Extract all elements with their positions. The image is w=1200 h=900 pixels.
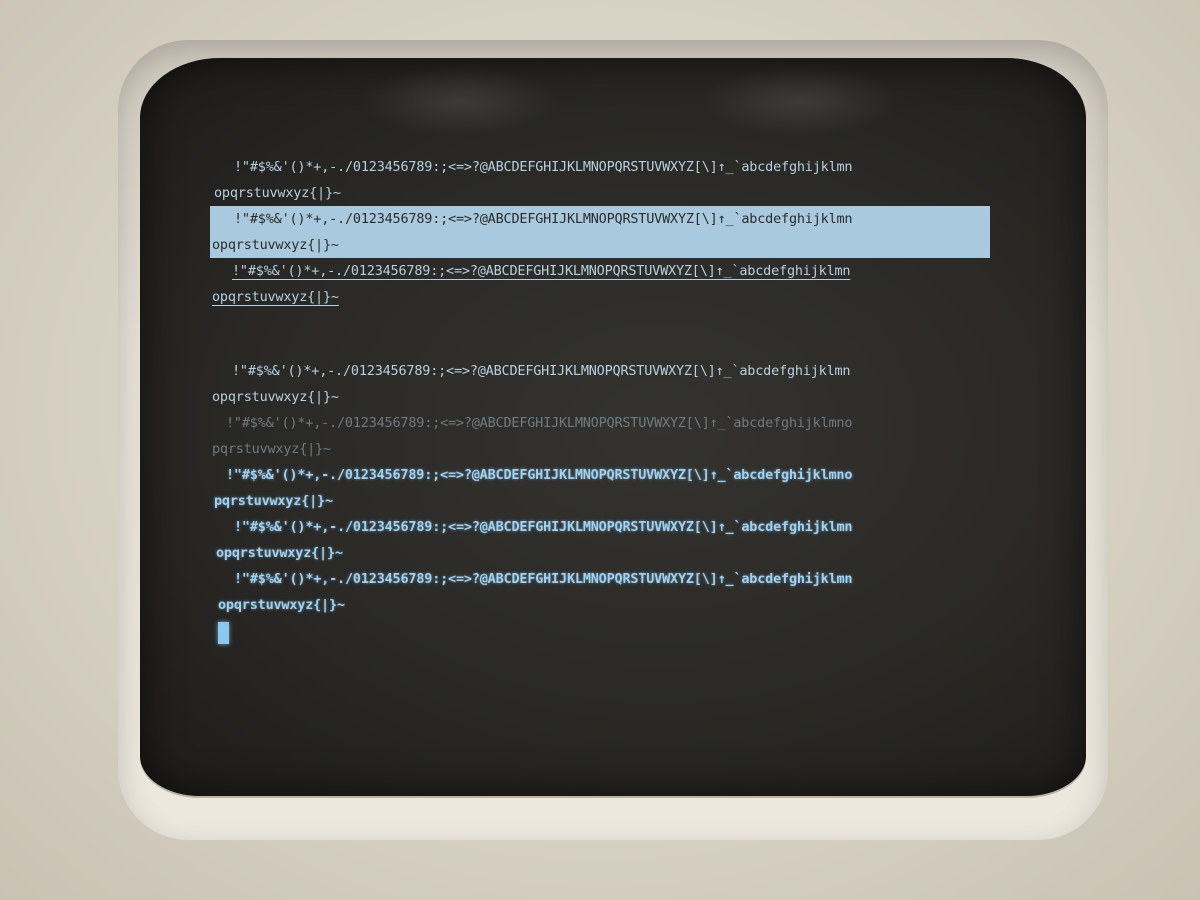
cursor-row <box>210 618 990 648</box>
charset-block-normal: !"#$%&'()*+,-./0123456789:;<=>?@ABCDEFGH… <box>210 154 990 206</box>
charset-line: opqrstuvwxyz{|}~ <box>212 389 339 405</box>
charset-line: opqrstuvwxyz{|}~ <box>218 597 345 613</box>
charset-block-normal: !"#$%&'()*+,-./0123456789:;<=>?@ABCDEFGH… <box>210 358 990 410</box>
terminal-output: !"#$%&'()*+,-./0123456789:;<=>?@ABCDEFGH… <box>210 154 990 648</box>
charset-line: opqrstuvwxyz{|}~ <box>214 185 341 201</box>
charset-block-bold: !"#$%&'()*+,-./0123456789:;<=>?@ABCDEFGH… <box>210 566 990 618</box>
charset-line: !"#$%&'()*+,-./0123456789:;<=>?@ABCDEFGH… <box>226 415 853 431</box>
charset-block-bold: !"#$%&'()*+,-./0123456789:;<=>?@ABCDEFGH… <box>210 462 990 514</box>
charset-block-underline: !"#$%&'()*+,-./0123456789:;<=>?@ABCDEFGH… <box>210 258 990 310</box>
charset-line: !"#$%&'()*+,-./0123456789:;<=>?@ABCDEFGH… <box>210 206 990 232</box>
block-cursor[interactable] <box>218 622 229 644</box>
charset-block-inverse: !"#$%&'()*+,-./0123456789:;<=>?@ABCDEFGH… <box>210 206 990 258</box>
charset-line: !"#$%&'()*+,-./0123456789:;<=>?@ABCDEFGH… <box>232 263 851 279</box>
blank-gap <box>210 310 990 358</box>
charset-line: opqrstuvwxyz{|}~ <box>216 545 343 561</box>
screen-glare <box>360 66 560 136</box>
charset-line: !"#$%&'()*+,-./0123456789:;<=>?@ABCDEFGH… <box>234 159 853 175</box>
charset-line: pqrstuvwxyz{|}~ <box>212 441 331 457</box>
crt-screen[interactable]: !"#$%&'()*+,-./0123456789:;<=>?@ABCDEFGH… <box>140 58 1086 796</box>
screen-glare <box>700 66 900 136</box>
charset-line: !"#$%&'()*+,-./0123456789:;<=>?@ABCDEFGH… <box>226 467 853 483</box>
charset-block-dim: !"#$%&'()*+,-./0123456789:;<=>?@ABCDEFGH… <box>210 410 990 462</box>
charset-line: opqrstuvwxyz{|}~ <box>212 289 339 305</box>
charset-line: !"#$%&'()*+,-./0123456789:;<=>?@ABCDEFGH… <box>232 363 851 379</box>
charset-block-bold: !"#$%&'()*+,-./0123456789:;<=>?@ABCDEFGH… <box>210 514 990 566</box>
charset-line: !"#$%&'()*+,-./0123456789:;<=>?@ABCDEFGH… <box>234 571 853 587</box>
charset-line: opqrstuvwxyz{|}~ <box>210 232 990 258</box>
charset-line: !"#$%&'()*+,-./0123456789:;<=>?@ABCDEFGH… <box>234 519 853 535</box>
charset-line: pqrstuvwxyz{|}~ <box>214 493 333 509</box>
